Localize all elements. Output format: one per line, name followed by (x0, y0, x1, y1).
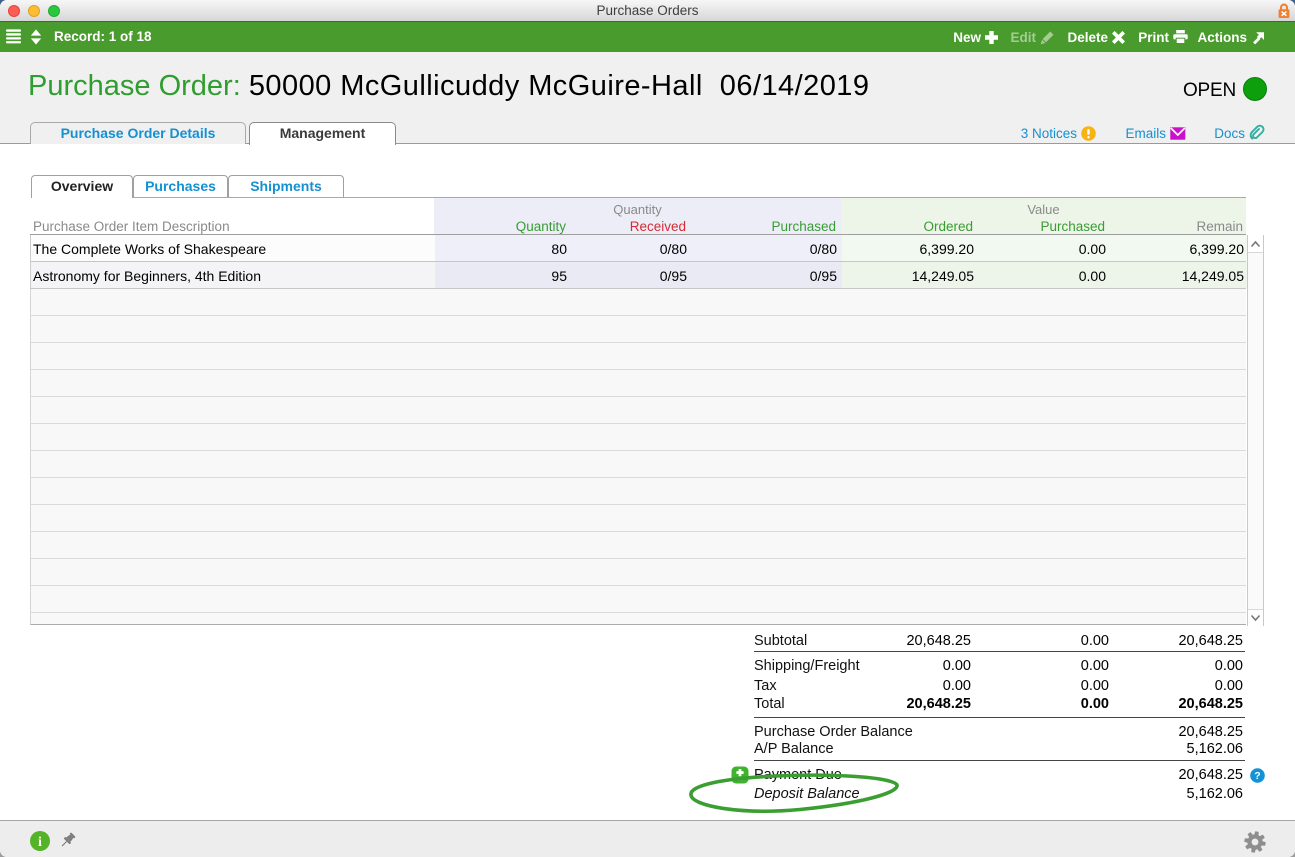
svg-text:i: i (38, 835, 42, 850)
svg-text:?: ? (1254, 770, 1260, 782)
